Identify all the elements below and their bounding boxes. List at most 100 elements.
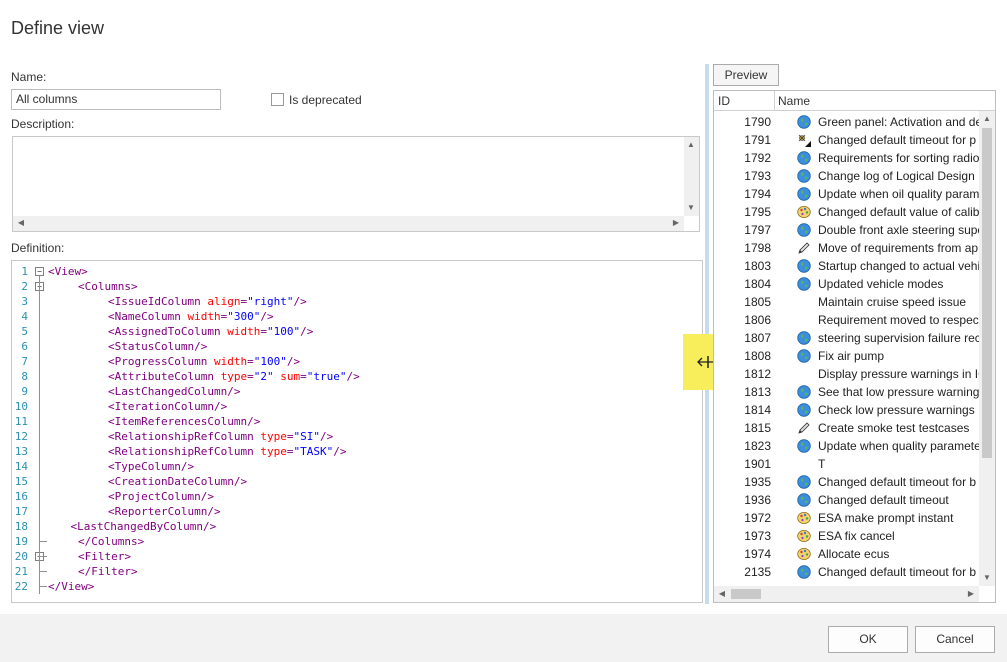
description-textarea[interactable]: ▲ ▼ ◀ ▶	[12, 136, 700, 232]
fold-toggle-icon[interactable]: −	[35, 267, 44, 276]
table-row[interactable]: 1803 Startup changed to actual vehi	[714, 257, 980, 275]
cancel-button[interactable]: Cancel	[915, 626, 995, 653]
row-name: Update when oil quality param	[818, 187, 980, 201]
scroll-left-icon[interactable]: ◀	[14, 216, 28, 230]
code-text: <AssignedToColumn width="100"/>	[108, 325, 314, 338]
line-number: 22	[14, 580, 28, 593]
ok-button[interactable]: OK	[828, 626, 908, 653]
column-header-id[interactable]: ID	[718, 94, 730, 108]
grid-hscrollbar[interactable]: ◀ ▶	[714, 586, 979, 602]
globe-icon	[797, 223, 811, 237]
code-line[interactable]: 21 </Filter>	[12, 564, 702, 579]
table-row[interactable]: 1812 Display pressure warnings in IC	[714, 365, 980, 383]
grid-vscrollbar[interactable]: ▲ ▼	[979, 111, 995, 586]
table-row[interactable]: 1823 Update when quality paramete	[714, 437, 980, 455]
table-row[interactable]: 1790 Green panel: Activation and de	[714, 113, 980, 131]
code-text: <CreationDateColumn/>	[108, 475, 248, 488]
table-row[interactable]: 1798 Move of requirements from ap	[714, 239, 979, 257]
table-row[interactable]: 1808 Fix air pump	[714, 347, 979, 365]
scroll-right-icon[interactable]: ▶	[669, 216, 683, 230]
code-line[interactable]: 6 <StatusColumn/>	[12, 339, 702, 354]
code-line[interactable]: 18 <LastChangedByColumn/>	[12, 519, 702, 534]
table-row[interactable]: 1935 Changed default timeout for b	[714, 473, 979, 491]
table-row[interactable]: 1813 See that low pressure warning	[714, 383, 979, 401]
code-line[interactable]: 22 </View>	[12, 579, 702, 594]
code-line[interactable]: 9 <LastChangedColumn/>	[12, 384, 702, 399]
scroll-down-icon[interactable]: ▼	[980, 571, 994, 585]
table-row[interactable]: 1807 steering supervision failure rec	[714, 329, 980, 347]
scroll-thumb[interactable]	[982, 128, 992, 458]
scroll-down-icon[interactable]: ▼	[684, 201, 698, 215]
line-number: 7	[21, 355, 28, 368]
code-line[interactable]: 5 <AssignedToColumn width="100"/>	[12, 324, 702, 339]
table-row[interactable]: 1806 Requirement moved to respec	[714, 311, 979, 329]
table-row[interactable]: 1814 Check low pressure warnings	[714, 401, 979, 419]
code-line[interactable]: 10 <IterationColumn/>	[12, 399, 702, 414]
preview-button[interactable]: Preview	[713, 64, 779, 86]
code-line[interactable]: 12 <RelationshipRefColumn type="SI"/>	[12, 429, 702, 444]
code-text: <ProgressColumn width="100"/>	[108, 355, 301, 368]
table-row[interactable]: 1797 Double front axle steering supe	[714, 221, 980, 239]
code-line[interactable]: 20−<Filter>	[12, 549, 702, 564]
preview-grid[interactable]: ID Name 1790 Green panel: Activation and …	[713, 90, 996, 603]
code-line[interactable]: 15 <CreationDateColumn/>	[12, 474, 702, 489]
table-row[interactable]: 1815 Create smoke test testcases	[714, 419, 979, 437]
name-input[interactable]: All columns	[11, 89, 221, 110]
table-row[interactable]: 2135 Changed default timeout for b	[714, 563, 979, 581]
code-line[interactable]: 16 <ProjectColumn/>	[12, 489, 702, 504]
description-hscrollbar[interactable]: ◀ ▶	[13, 216, 684, 231]
scroll-up-icon[interactable]: ▲	[980, 112, 994, 126]
table-row[interactable]: 1973 ESA fix cancel	[714, 527, 979, 545]
row-id: 1936	[744, 493, 771, 507]
definition-editor[interactable]: 1−<View>2−<Columns>3<IssueIdColumn align…	[11, 260, 703, 603]
code-line[interactable]: 1− <View>	[12, 264, 702, 279]
code-line[interactable]: 8 <AttributeColumn type="2" sum="true"/>	[12, 369, 702, 384]
description-vscrollbar[interactable]: ▲ ▼	[684, 137, 699, 216]
row-name: Changed default timeout for b	[818, 475, 977, 489]
scroll-up-icon[interactable]: ▲	[684, 138, 698, 152]
code-line[interactable]: 7 <ProgressColumn width="100"/>	[12, 354, 702, 369]
code-line[interactable]: 4 <NameColumn width="300"/>	[12, 309, 702, 324]
line-number: 17	[14, 505, 28, 518]
row-id: 1805	[744, 295, 771, 309]
row-name: Requirement moved to respec	[818, 313, 979, 327]
table-row[interactable]: 1805 Maintain cruise speed issue	[714, 293, 979, 311]
name-label: Name:	[11, 70, 47, 84]
code-line[interactable]: 11 <ItemReferencesColumn/>	[12, 414, 702, 429]
line-number: 20	[14, 550, 28, 563]
row-id: 1813	[744, 385, 771, 399]
table-row[interactable]: 1793 Change log of Logical Design	[714, 167, 979, 185]
table-row[interactable]: 1795 Changed default value of calib	[714, 203, 979, 221]
code-line[interactable]: 2−<Columns>	[12, 279, 702, 294]
scroll-thumb-horizontal[interactable]	[731, 589, 761, 599]
row-id: 1790	[744, 115, 771, 129]
description-label: Description:	[11, 117, 75, 131]
code-line[interactable]: 13 <RelationshipRefColumn type="TASK"/>	[12, 444, 702, 459]
code-line[interactable]: 3 <IssueIdColumn align="right"/>	[12, 294, 702, 309]
table-row[interactable]: 1901 T	[714, 455, 979, 473]
code-line[interactable]: 19 </Columns>	[12, 534, 702, 549]
table-row[interactable]: 1804 Updated vehicle modes	[714, 275, 979, 293]
column-header-name[interactable]: Name	[778, 94, 810, 108]
globe-icon	[797, 151, 811, 165]
scroll-left-icon[interactable]: ◀	[715, 587, 729, 601]
code-line[interactable]: 14 <TypeColumn/>	[12, 459, 702, 474]
table-row[interactable]: 1972 ESA make prompt instant	[714, 509, 979, 527]
deprecated-checkbox[interactable]	[271, 93, 284, 106]
scroll-right-icon[interactable]: ▶	[964, 587, 978, 601]
line-number: 6	[21, 340, 28, 353]
column-divider[interactable]	[774, 91, 775, 111]
line-number: 14	[14, 460, 28, 473]
table-row[interactable]: 1936 Changed default timeout	[714, 491, 979, 509]
line-number: 12	[14, 430, 28, 443]
code-text: <RelationshipRefColumn type="TASK"/>	[108, 445, 347, 458]
table-row[interactable]: 1791 Changed default timeout for p	[714, 131, 979, 149]
code-line[interactable]: 17 <ReporterColumn/>	[12, 504, 702, 519]
table-row[interactable]: 1974 Allocate ecus	[714, 545, 979, 563]
row-id: 1792	[744, 151, 771, 165]
row-name: Allocate ecus	[818, 547, 890, 561]
globe-icon	[797, 277, 811, 291]
globe-icon	[797, 403, 811, 417]
table-row[interactable]: 1794 Update when oil quality param	[714, 185, 979, 203]
table-row[interactable]: 1792 Requirements for sorting radio	[714, 149, 979, 167]
